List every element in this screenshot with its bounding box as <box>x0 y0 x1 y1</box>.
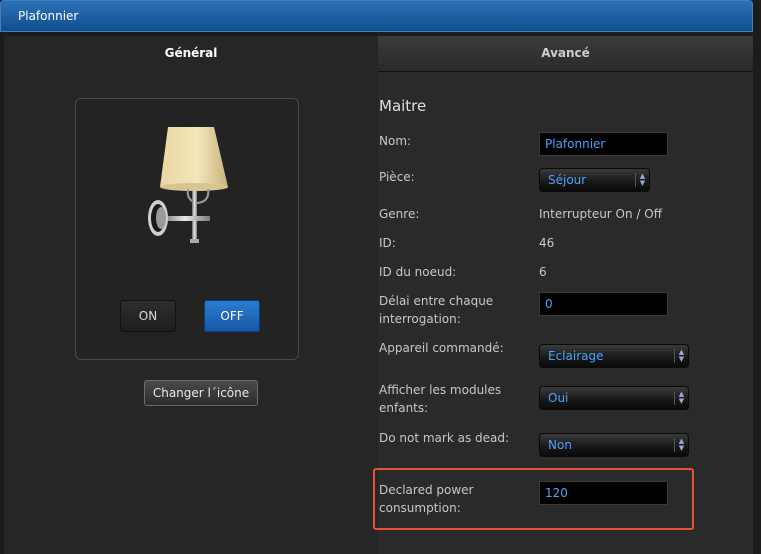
tab-advanced[interactable]: Avancé <box>378 36 753 72</box>
name-input[interactable]: Plafonnier <box>539 132 668 156</box>
room-select-value: Séjour <box>548 173 587 187</box>
room-label: Pièce: <box>379 170 415 184</box>
poll-interval-input[interactable]: 0 <box>539 292 668 316</box>
mark-dead-value: Non <box>548 438 572 452</box>
controlled-device-label: Appareil commandé: <box>379 341 504 355</box>
show-children-label: Afficher les modules enfants: <box>379 383 502 415</box>
off-button[interactable]: OFF <box>204 300 260 332</box>
tab-bar: Général Avancé <box>4 36 753 72</box>
window-titlebar: Plafonnier <box>0 0 753 32</box>
section-title: Maitre <box>379 97 427 115</box>
window-title: Plafonnier <box>18 9 79 23</box>
updown-arrows-icon: ▲ ▼ <box>635 173 646 187</box>
show-children-select[interactable]: Oui ▲ ▼ <box>539 386 689 410</box>
controlled-device-value: Eclairage <box>548 349 604 363</box>
master-settings: Maitre Nom: Plafonnier Pièce: Séjour ▲ ▼ … <box>373 72 753 554</box>
show-children-value: Oui <box>548 391 569 405</box>
node-id-label: ID du noeud: <box>379 265 457 279</box>
power-consumption-label: Declared power consumption: <box>379 483 474 515</box>
node-id-value: 6 <box>539 265 547 279</box>
tab-general[interactable]: Général <box>4 36 378 72</box>
updown-arrows-icon: ▲ ▼ <box>674 349 685 363</box>
controlled-device-select[interactable]: Eclairage ▲ ▼ <box>539 344 689 368</box>
poll-interval-label: Délai entre chaque interrogation: <box>379 294 494 326</box>
mark-dead-label: Do not mark as dead: <box>379 431 510 445</box>
updown-arrows-icon: ▲ ▼ <box>674 438 685 452</box>
device-icon-box: ON OFF <box>75 98 299 360</box>
change-icon-button[interactable]: Changer l´icône <box>144 380 258 406</box>
name-label: Nom: <box>379 134 412 148</box>
id-label: ID: <box>379 236 396 250</box>
device-panel: ON OFF Changer l´icône <box>4 72 378 554</box>
power-consumption-input[interactable]: 120 <box>539 481 668 505</box>
type-label: Genre: <box>379 207 420 221</box>
updown-arrows-icon: ▲ ▼ <box>674 391 685 405</box>
room-select[interactable]: Séjour ▲ ▼ <box>539 168 650 192</box>
content-panel: ON OFF Changer l´icône Maitre Nom: Plafo… <box>4 72 753 554</box>
on-button[interactable]: ON <box>120 300 176 332</box>
type-value: Interrupteur On / Off <box>539 207 662 221</box>
wall-lamp-icon <box>148 127 228 243</box>
mark-dead-select[interactable]: Non ▲ ▼ <box>539 433 689 457</box>
id-value: 46 <box>539 236 555 250</box>
